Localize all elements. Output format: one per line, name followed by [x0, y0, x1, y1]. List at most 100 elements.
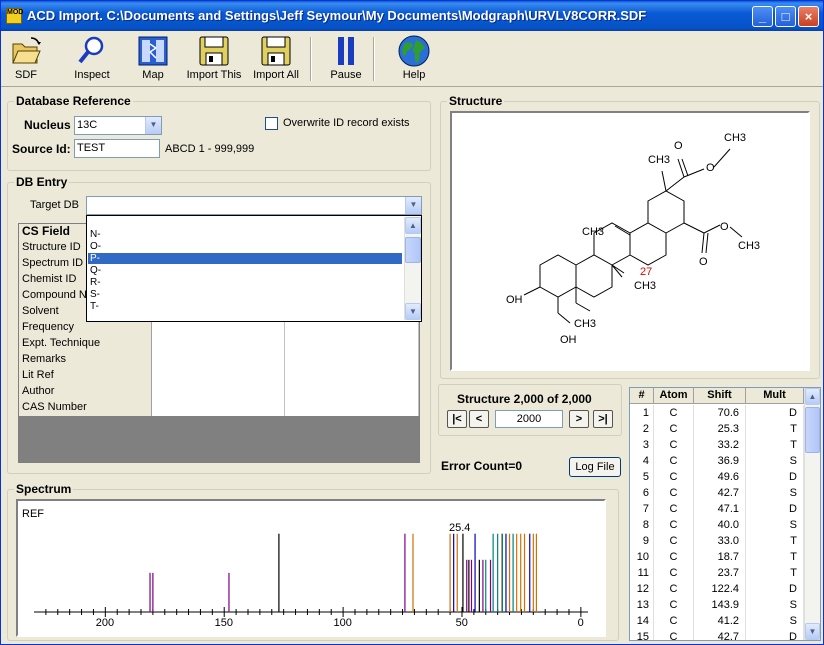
column-header-shift[interactable]: Shift: [694, 388, 746, 404]
grid-cell[interactable]: [285, 320, 419, 336]
pause-button[interactable]: Pause: [326, 34, 366, 84]
table-row[interactable]: 7 C 47.1 D: [630, 501, 804, 517]
shift-value: 122.4: [694, 581, 746, 597]
next-record-button[interactable]: >: [569, 410, 589, 428]
grid-cell[interactable]: [152, 400, 285, 416]
atom-type: C: [654, 405, 694, 421]
atom-type: C: [654, 437, 694, 453]
atom-type: C: [654, 533, 694, 549]
grid-cell[interactable]: [152, 336, 285, 352]
table-row[interactable]: 5 C 49.6 D: [630, 469, 804, 485]
shift-value: 143.9: [694, 597, 746, 613]
dropdown-item[interactable]: Q-: [88, 265, 402, 276]
grid-row[interactable]: Frequency: [19, 320, 419, 336]
nucleus-label: Nucleus: [24, 118, 71, 132]
column-header-atom[interactable]: Atom: [654, 388, 694, 404]
spectrum-peak-label: 25.4: [449, 522, 470, 534]
grid-cell[interactable]: [152, 352, 285, 368]
table-row[interactable]: 8 C 40.0 S: [630, 517, 804, 533]
dropdown-item[interactable]: N-: [88, 229, 402, 240]
close-button[interactable]: ×: [798, 6, 819, 27]
shift-table-scrollbar[interactable]: ▲ ▼: [804, 388, 820, 640]
table-row[interactable]: 6 C 42.7 S: [630, 485, 804, 501]
help-button[interactable]: Help: [394, 34, 434, 84]
import-this-button[interactable]: Import This: [185, 34, 243, 84]
target-db-dropdown[interactable]: N- O- P- Q- R- S- T- ▲ ▼: [86, 215, 422, 322]
spectrum-view[interactable]: REF 25.4 200 150 100 50 0: [16, 499, 606, 637]
shift-value: 42.7: [694, 485, 746, 501]
dropdown-item[interactable]: T-: [88, 301, 402, 312]
dropdown-scrollbar[interactable]: ▲ ▼: [404, 217, 421, 320]
grid-cell[interactable]: [285, 400, 419, 416]
scroll-thumb[interactable]: [805, 407, 820, 453]
database-reference-group: Database Reference Nucleus 13C ▼ Overwri…: [7, 94, 431, 171]
scroll-up-icon[interactable]: ▲: [805, 388, 820, 405]
column-header-number[interactable]: #: [630, 388, 654, 404]
target-db-select[interactable]: ▼: [86, 196, 422, 215]
table-row[interactable]: 12 C 122.4 D: [630, 581, 804, 597]
atom-type: C: [654, 597, 694, 613]
sdf-button[interactable]: SDF: [9, 34, 43, 84]
spectrum-tick-label: 50: [456, 617, 468, 629]
database-reference-title: Database Reference: [14, 94, 133, 108]
scroll-up-icon[interactable]: ▲: [405, 217, 421, 234]
label-ch3-mid: CH3: [582, 226, 604, 238]
column-header-mult[interactable]: Mult: [746, 388, 804, 404]
dropdown-item[interactable]: O-: [88, 241, 402, 252]
grid-cell[interactable]: [285, 352, 419, 368]
structure-view[interactable]: CH3 CH3 O O O O CH3 CH3 CH3 CH3 OH OH 27: [450, 111, 810, 371]
table-row[interactable]: 1 C 70.6 D: [630, 405, 804, 421]
floppy-disk-icon: [199, 36, 229, 66]
log-file-button[interactable]: Log File: [569, 457, 621, 477]
source-id-input[interactable]: TEST: [74, 139, 160, 158]
last-record-button[interactable]: >|: [593, 410, 613, 428]
nucleus-select[interactable]: 13C ▼: [74, 116, 162, 135]
dropdown-item[interactable]: P-: [88, 253, 402, 264]
table-row[interactable]: 11 C 23.7 T: [630, 565, 804, 581]
structure-group: Structure CH3 CH3 O O O O CH3 CH3 CH3 CH…: [440, 94, 820, 379]
table-row[interactable]: 3 C 33.2 T: [630, 437, 804, 453]
first-record-button[interactable]: |<: [447, 410, 467, 428]
shift-value: 70.6: [694, 405, 746, 421]
grid-row[interactable]: Remarks: [19, 352, 419, 368]
prev-record-button[interactable]: <: [469, 410, 489, 428]
maximize-button[interactable]: □: [775, 6, 796, 27]
title-bar[interactable]: MOD ACD Import. C:\Documents and Setting…: [1, 1, 823, 31]
minimize-button[interactable]: _: [752, 6, 773, 27]
grid-cell[interactable]: [152, 320, 285, 336]
scroll-down-icon[interactable]: ▼: [805, 623, 820, 640]
table-row[interactable]: 10 C 18.7 T: [630, 549, 804, 565]
table-row[interactable]: 15 C 42.7 D: [630, 629, 804, 640]
grid-row[interactable]: Expt. Technique: [19, 336, 419, 352]
shift-value: 33.2: [694, 437, 746, 453]
grid-cell[interactable]: [285, 368, 419, 384]
multiplicity: D: [746, 501, 804, 517]
table-row[interactable]: 14 C 41.2 S: [630, 613, 804, 629]
map-button[interactable]: Map: [136, 34, 170, 84]
grid-cell[interactable]: [152, 368, 285, 384]
grid-row[interactable]: Lit Ref: [19, 368, 419, 384]
grid-cell[interactable]: [285, 336, 419, 352]
structure-counter: Structure 2,000 of 2,000: [457, 392, 592, 406]
dropdown-item[interactable]: R-: [88, 277, 402, 288]
grid-cell[interactable]: [152, 384, 285, 400]
import-all-button[interactable]: Import All: [249, 34, 303, 84]
dropdown-item[interactable]: S-: [88, 289, 402, 300]
globe-icon: [398, 35, 430, 67]
shift-value: 25.3: [694, 421, 746, 437]
chevron-down-icon[interactable]: ▼: [405, 197, 421, 214]
overwrite-checkbox[interactable]: [265, 117, 278, 130]
scroll-down-icon[interactable]: ▼: [405, 303, 421, 320]
table-row[interactable]: 4 C 36.9 S: [630, 453, 804, 469]
scroll-thumb[interactable]: [405, 237, 421, 263]
grid-row[interactable]: Author: [19, 384, 419, 400]
grid-row[interactable]: CAS Number: [19, 400, 419, 416]
table-row[interactable]: 13 C 143.9 S: [630, 597, 804, 613]
record-number-input[interactable]: 2000: [495, 410, 563, 428]
inspect-button[interactable]: Inspect: [71, 34, 113, 84]
table-row[interactable]: 2 C 25.3 T: [630, 421, 804, 437]
chevron-down-icon[interactable]: ▼: [145, 117, 161, 134]
table-row[interactable]: 9 C 33.0 T: [630, 533, 804, 549]
grid-cell[interactable]: [285, 384, 419, 400]
label-atom-number: 27: [640, 266, 652, 278]
